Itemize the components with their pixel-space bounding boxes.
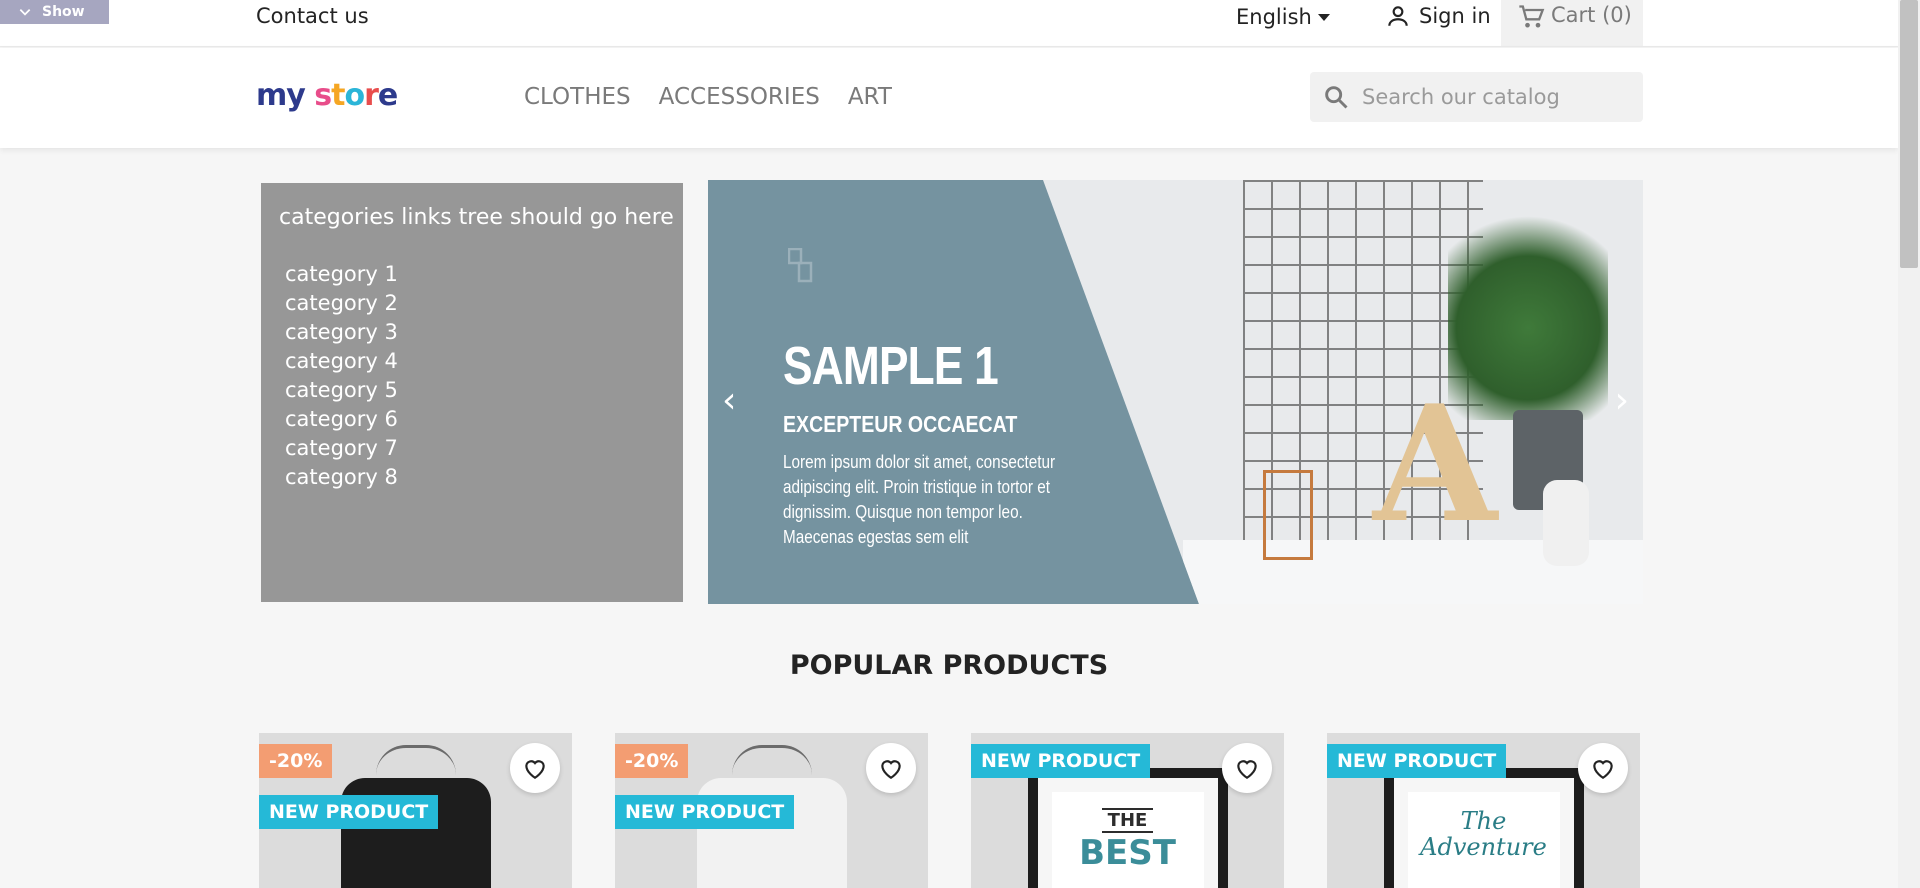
hanger-decoration: [731, 745, 812, 775]
category-item[interactable]: category 2: [285, 289, 683, 318]
slider-prev-icon[interactable]: ‹: [722, 380, 736, 421]
scrollbar-thumb[interactable]: [1900, 0, 1918, 268]
contact-us-link[interactable]: Contact us: [256, 4, 369, 28]
language-label: English: [1236, 5, 1312, 29]
nav-item-accessories[interactable]: ACCESSORIES: [659, 84, 820, 110]
category-tree: categories links tree should go here cat…: [261, 183, 683, 602]
poster-artwork: THE BEST: [1051, 792, 1204, 888]
poster-artwork: The Adventure: [1407, 792, 1560, 888]
user-icon: [1388, 6, 1408, 26]
wishlist-button[interactable]: [1578, 743, 1628, 793]
nav-item-art[interactable]: ART: [848, 84, 892, 110]
slide-title: SAMPLE 1: [783, 336, 999, 396]
search-input[interactable]: [1362, 85, 1622, 109]
heart-icon: [1593, 760, 1613, 780]
category-tree-title: categories links tree should go here: [279, 205, 674, 230]
product-image[interactable]: The Adventure: [1383, 768, 1584, 888]
category-item[interactable]: category 4: [285, 347, 683, 376]
slide-logo-icon: [788, 248, 813, 283]
poster-text: THE: [1101, 808, 1154, 833]
product-image[interactable]: THE BEST: [1027, 768, 1228, 888]
category-item[interactable]: category 5: [285, 376, 683, 405]
cart-icon: [1519, 5, 1545, 28]
lantern-decoration: [1263, 470, 1313, 560]
search-box: [1310, 72, 1643, 122]
heart-icon: [881, 760, 901, 780]
letter-a-decoration: A: [1373, 370, 1498, 558]
slide-subtitle: EXCEPTEUR OCCAECAT: [783, 411, 1018, 437]
show-label: Show: [42, 4, 85, 20]
page-scrollbar[interactable]: [1898, 0, 1920, 888]
category-list: category 1 category 2 category 3 categor…: [279, 260, 683, 492]
language-selector[interactable]: English: [1236, 5, 1330, 29]
poster-text: BEST: [1079, 833, 1176, 873]
slide-text: Lorem ipsum dolor sit amet, consectetur …: [783, 452, 1056, 547]
slider-next-icon[interactable]: ›: [1615, 380, 1629, 421]
new-product-badge: NEW PRODUCT: [1327, 744, 1507, 778]
discount-badge: -20%: [615, 744, 689, 778]
vase-decoration: [1543, 480, 1589, 566]
cart-button[interactable]: Cart (0): [1501, 0, 1643, 46]
discount-badge: -20%: [259, 744, 333, 778]
product-card[interactable]: -20% NEW PRODUCT: [259, 733, 572, 888]
product-card[interactable]: THE BEST NEW PRODUCT: [971, 733, 1284, 888]
main-header: my store CLOTHES ACCESSORIES ART: [0, 48, 1898, 148]
sign-in-link[interactable]: Sign in: [1385, 3, 1491, 29]
store-logo[interactable]: my store: [256, 78, 398, 113]
nav-item-clothes[interactable]: CLOTHES: [524, 84, 631, 110]
heart-icon: [1237, 760, 1257, 780]
wishlist-button[interactable]: [1222, 743, 1272, 793]
category-item[interactable]: category 3: [285, 318, 683, 347]
category-item[interactable]: category 1: [285, 260, 683, 289]
wishlist-button[interactable]: [866, 743, 916, 793]
category-item[interactable]: category 7: [285, 434, 683, 463]
top-bar: Show Contact us English Sign in Cart (0): [0, 0, 1898, 47]
new-product-badge: NEW PRODUCT: [259, 795, 439, 829]
poster-text: Adventure: [1420, 833, 1547, 861]
product-card[interactable]: -20% NEW PRODUCT: [615, 733, 928, 888]
category-item[interactable]: category 6: [285, 405, 683, 434]
sign-in-label: Sign in: [1419, 4, 1491, 28]
main-nav: CLOTHES ACCESSORIES ART: [524, 84, 892, 110]
slide-photo: A: [1043, 180, 1643, 604]
cart-label: Cart (0): [1551, 3, 1632, 27]
new-product-badge: NEW PRODUCT: [971, 744, 1151, 778]
slide-caption: SAMPLE 1 EXCEPTEUR OCCAECAT Lorem ipsum …: [783, 335, 1063, 550]
product-card[interactable]: The Adventure NEW PRODUCT: [1327, 733, 1640, 888]
wishlist-button[interactable]: [510, 743, 560, 793]
new-product-badge: NEW PRODUCT: [615, 795, 795, 829]
hanger-decoration: [375, 745, 456, 775]
category-item[interactable]: category 8: [285, 463, 683, 492]
heart-icon: [525, 760, 545, 780]
poster-text: The: [1460, 807, 1507, 835]
search-icon[interactable]: [1322, 83, 1350, 111]
caret-down-icon: [1317, 13, 1330, 21]
show-toggle-button[interactable]: Show: [0, 0, 109, 24]
hero-slider[interactable]: A SAMPLE 1 EXCEPTEUR OCCAECAT Lorem ipsu…: [708, 180, 1643, 604]
chevron-down-icon: [19, 9, 31, 16]
section-title: POPULAR PRODUCTS: [789, 650, 1109, 681]
